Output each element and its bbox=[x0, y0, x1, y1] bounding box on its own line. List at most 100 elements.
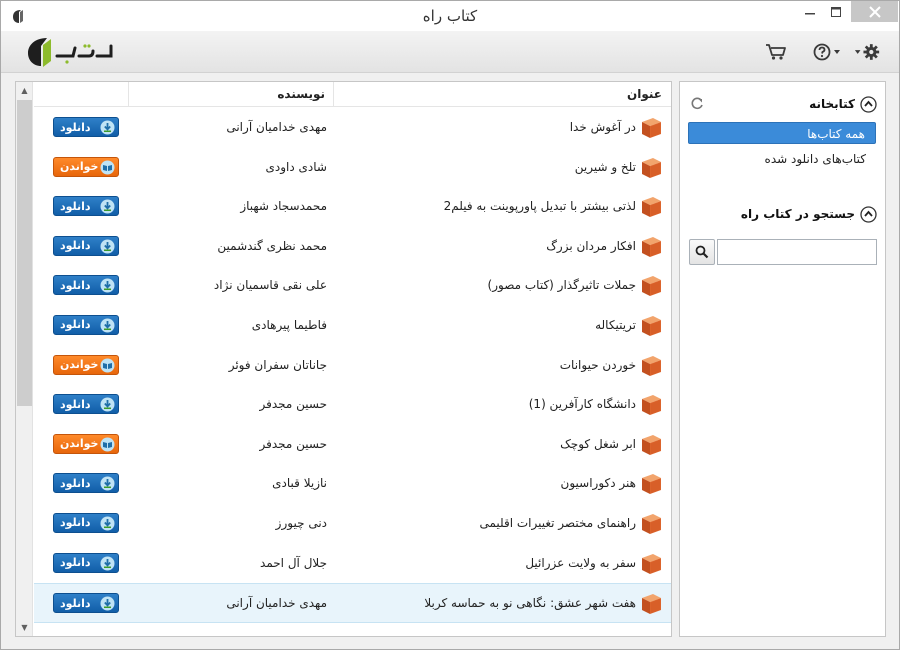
book-icon bbox=[639, 235, 663, 259]
search-section-header[interactable]: جستجو در کتاب راه bbox=[741, 204, 877, 224]
title-bar: کتاب راه bbox=[1, 1, 899, 31]
table-row[interactable]: دانلود مهدی خدامیان آرانی در آغوش خدا bbox=[34, 108, 671, 148]
table-row[interactable]: دانلود مهدی خدامیان آرانی هفت شهر عشق: نگا… bbox=[34, 583, 671, 623]
ketabrah-logo bbox=[23, 34, 115, 70]
table-row[interactable]: دانلود جلال آل احمد سفر به ولایت عزرائیل bbox=[34, 544, 671, 584]
book-icon bbox=[639, 512, 663, 536]
book-icon bbox=[639, 354, 663, 378]
chevron-down-icon bbox=[834, 50, 840, 54]
book-title: سفر به ولایت عزرائیل bbox=[525, 555, 636, 570]
book-title: تلخ و شیرین bbox=[574, 159, 636, 174]
book-icon bbox=[639, 314, 663, 338]
book-title: هنر دکوراسیون bbox=[560, 476, 636, 491]
download-button[interactable]: دانلود bbox=[53, 473, 119, 494]
search-heading: جستجو در کتاب راه bbox=[740, 207, 855, 221]
action-label: دانلود bbox=[60, 516, 91, 530]
download-button[interactable]: دانلود bbox=[53, 275, 119, 296]
maximize-button[interactable] bbox=[823, 1, 849, 22]
book-author: حسین مجدفر bbox=[259, 397, 327, 412]
scroll-thumb[interactable] bbox=[17, 100, 32, 406]
refresh-icon[interactable] bbox=[690, 96, 704, 110]
vertical-scrollbar[interactable]: ▲ ▼ bbox=[16, 82, 33, 636]
download-button[interactable]: دانلود bbox=[53, 593, 119, 614]
book-title: تریتیکاله bbox=[595, 317, 636, 332]
action-label: خواندن bbox=[60, 160, 99, 174]
book-author: علی نقی قاسمیان نژاد bbox=[213, 278, 327, 293]
scroll-up-button[interactable]: ▲ bbox=[16, 82, 33, 99]
book-title: در آغوش خدا bbox=[569, 120, 636, 134]
action-label: دانلود bbox=[60, 278, 91, 292]
book-title: افکار مردان بزرگ bbox=[546, 238, 636, 253]
table-row[interactable]: دانلود دنی چیورز راهنمای مختصر تغییرات اقل… bbox=[34, 504, 671, 544]
book-title: لذتی بیشتر با تبدیل پاورپوینت به فیلم2 bbox=[443, 199, 636, 214]
help-icon[interactable] bbox=[813, 42, 841, 62]
download-button[interactable]: دانلود bbox=[53, 552, 119, 573]
download-icon bbox=[100, 318, 115, 333]
download-button[interactable]: دانلود bbox=[53, 196, 119, 217]
download-icon bbox=[100, 199, 115, 214]
book-list-panel: ▲ ▼ نویسنده عنوان دانلود مهدی خدامیان آرا… bbox=[15, 81, 672, 637]
book-icon bbox=[639, 116, 663, 140]
book-author: محمدسجاد شهباز bbox=[240, 199, 327, 214]
gear-icon[interactable] bbox=[854, 42, 880, 62]
table-row[interactable]: دانلود علی نقی قاسمیان نژاد جملات تاثیرگذا… bbox=[34, 266, 671, 306]
table-row[interactable]: دانلود نازیلا قبادی هنر دکوراسیون bbox=[34, 464, 671, 504]
collapse-icon bbox=[860, 95, 877, 113]
search-input[interactable] bbox=[717, 239, 877, 265]
app-window: کتاب راه ▲ ▼ نویسنده عنوان دانلود مهدی خ… bbox=[0, 0, 900, 650]
book-icon bbox=[639, 433, 663, 457]
book-icon bbox=[639, 195, 663, 219]
download-button[interactable]: دانلود bbox=[53, 235, 119, 256]
download-icon bbox=[100, 239, 115, 254]
table-row[interactable]: دانلود حسین مجدفر دانشگاه کارآفرین (1) bbox=[34, 385, 671, 425]
table-row[interactable]: خواندن جاناتان سفران فوئر خوردن حیوانات bbox=[34, 346, 671, 386]
book-author: مهدی خدامیان آرانی bbox=[226, 596, 327, 611]
column-header-action[interactable] bbox=[34, 82, 128, 107]
download-button[interactable]: دانلود bbox=[53, 314, 119, 335]
sidebar-item-all-books[interactable]: همه کتاب‌ها bbox=[688, 122, 876, 144]
table-row[interactable]: دانلود محمدسجاد شهباز لذتی بیشتر با تبدیل … bbox=[34, 187, 671, 227]
book-icon bbox=[639, 156, 663, 180]
action-label: خواندن bbox=[60, 358, 99, 372]
read-button[interactable]: خواندن bbox=[53, 354, 119, 375]
open-book-icon bbox=[100, 358, 115, 373]
open-book-icon bbox=[100, 437, 115, 452]
table-row[interactable]: دانلود محمد نظری گندشمین افکار مردان بزرگ bbox=[34, 227, 671, 267]
download-button[interactable]: دانلود bbox=[53, 394, 119, 415]
book-author: جلال آل احمد bbox=[260, 555, 327, 570]
close-icon bbox=[868, 5, 881, 18]
book-icon bbox=[639, 393, 663, 417]
table-row[interactable]: خواندن حسین مجدفر ابر شغل کوچک bbox=[34, 425, 671, 465]
book-author: محمد نظری گندشمین bbox=[217, 238, 327, 253]
toolbar bbox=[1, 31, 899, 73]
download-button[interactable]: دانلود bbox=[53, 117, 119, 137]
book-author: فاطیما پیرهادی bbox=[251, 317, 327, 332]
action-label: دانلود bbox=[60, 397, 91, 411]
book-rows: دانلود مهدی خدامیان آرانی در آغوش خدا خواند… bbox=[34, 108, 671, 623]
table-row[interactable]: خواندن شادی داودی تلخ و شیرین bbox=[34, 148, 671, 188]
close-button[interactable] bbox=[851, 1, 898, 22]
book-author: شادی داودی bbox=[265, 159, 327, 174]
action-label: دانلود bbox=[60, 318, 91, 332]
book-title: هفت شهر عشق: نگاهی نو به حماسه کربلا bbox=[424, 596, 636, 611]
action-label: دانلود bbox=[60, 476, 91, 490]
action-label: دانلود bbox=[60, 120, 91, 134]
library-section-header[interactable]: کتابخانه bbox=[809, 94, 877, 114]
column-header-title[interactable]: عنوان bbox=[333, 82, 670, 107]
read-button[interactable]: خواندن bbox=[53, 156, 119, 177]
book-icon bbox=[639, 274, 663, 298]
minimize-button[interactable] bbox=[797, 1, 823, 22]
scroll-down-button[interactable]: ▼ bbox=[16, 619, 33, 636]
download-icon bbox=[100, 120, 115, 135]
table-row[interactable]: دانلود فاطیما پیرهادی تریتیکاله bbox=[34, 306, 671, 346]
search-button[interactable] bbox=[689, 239, 715, 265]
sidebar-item-downloaded-books[interactable]: کتاب‌های دانلود شده bbox=[688, 148, 876, 170]
download-icon bbox=[100, 278, 115, 293]
download-button[interactable]: دانلود bbox=[53, 512, 119, 533]
column-header-author[interactable]: نویسنده bbox=[128, 82, 333, 107]
book-title: دانشگاه کارآفرین (1) bbox=[528, 397, 636, 412]
read-button[interactable]: خواندن bbox=[53, 433, 119, 454]
cart-icon[interactable] bbox=[765, 42, 789, 62]
collapse-icon bbox=[860, 205, 877, 223]
book-icon bbox=[639, 472, 663, 496]
